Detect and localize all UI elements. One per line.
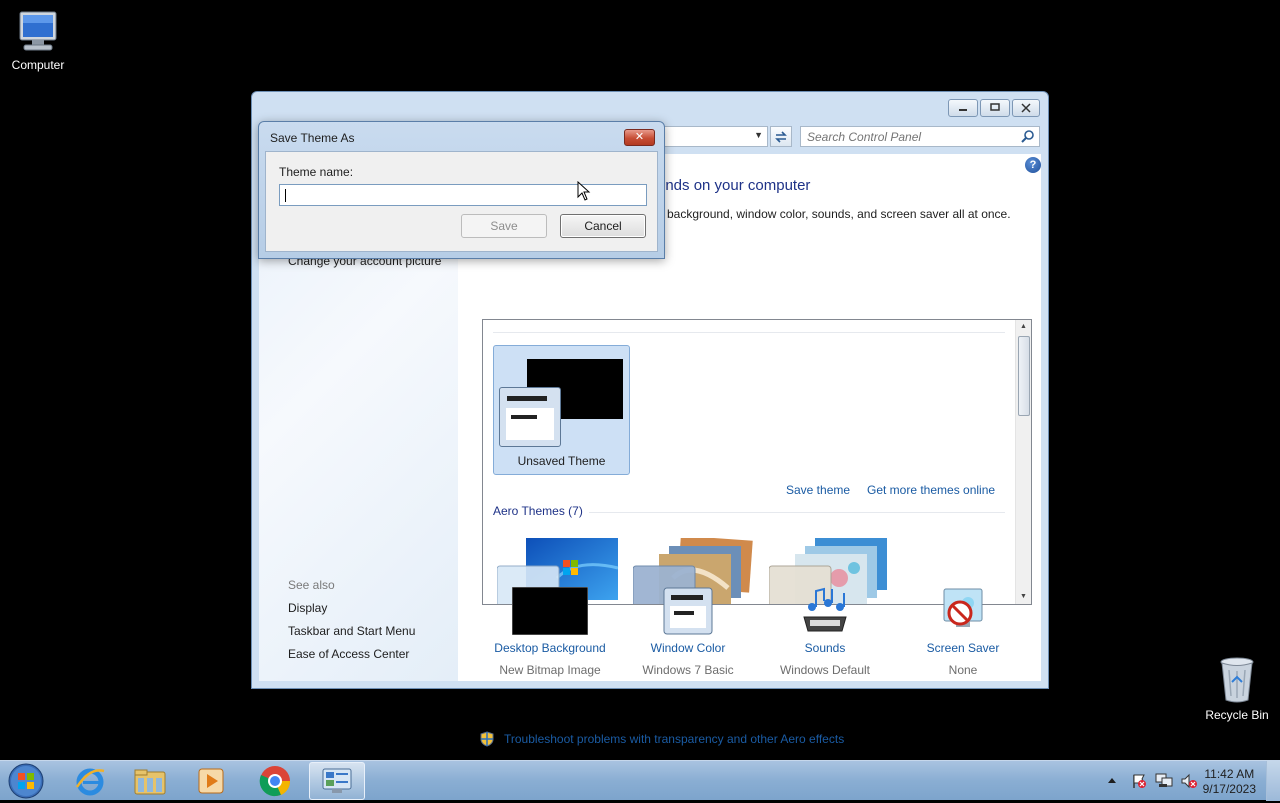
- dialog-title: Save Theme As: [270, 131, 355, 145]
- minimize-icon: [959, 109, 967, 111]
- page-heading: unds on your computer: [657, 177, 811, 194]
- theme-item-unsaved[interactable]: Unsaved Theme: [493, 345, 630, 475]
- desktop-icon-label: Computer: [11, 58, 65, 72]
- taskbar-file-explorer[interactable]: [122, 762, 178, 800]
- media-player-icon: [198, 768, 224, 794]
- windows-start-icon: [8, 763, 44, 799]
- see-also-link-taskbar[interactable]: Taskbar and Start Menu: [288, 624, 415, 638]
- desktop-background-icon: [512, 587, 588, 635]
- see-also-link-ease-of-access[interactable]: Ease of Access Center: [288, 647, 409, 661]
- theme-name-input[interactable]: [280, 185, 646, 205]
- see-also-link-display[interactable]: Display: [288, 601, 327, 615]
- taskbar-media-player[interactable]: [183, 762, 239, 800]
- recycle-bin-icon: [1220, 657, 1254, 703]
- dialog-body: Theme name: Save Cancel: [265, 151, 658, 252]
- setting-name[interactable]: Window Color: [618, 641, 758, 655]
- theme-name-label: Theme name:: [279, 165, 354, 179]
- volume-muted-icon[interactable]: [1180, 773, 1198, 789]
- scroll-up-icon[interactable]: ▲: [1016, 320, 1031, 334]
- file-explorer-icon: [134, 769, 166, 795]
- show-desktop-button[interactable]: [1266, 761, 1280, 801]
- computer-icon: [19, 11, 57, 51]
- start-button[interactable]: [6, 762, 46, 800]
- theme-list-scrollbar[interactable]: ▲ ▼: [1015, 320, 1031, 604]
- desktop-background-setting[interactable]: Desktop Background New Bitmap Image: [480, 587, 620, 677]
- screen-saver-icon: [943, 588, 983, 627]
- control-panel-icon: [322, 768, 352, 793]
- theme-list: Unsaved Theme Save theme Get more themes…: [482, 319, 1032, 605]
- cancel-button[interactable]: Cancel: [560, 214, 646, 238]
- shield-icon: [480, 731, 494, 747]
- action-center-flag-icon[interactable]: [1131, 773, 1147, 789]
- search-input[interactable]: [801, 127, 1001, 146]
- setting-value: New Bitmap Image: [499, 663, 601, 677]
- clock-date: 9/17/2023: [1202, 782, 1256, 796]
- screen-saver-setting[interactable]: Screen Saver None: [893, 587, 1033, 677]
- system-tray: 11:42 AM 9/17/2023: [1095, 761, 1280, 801]
- troubleshoot-link-label[interactable]: Troubleshoot problems with transparency …: [504, 732, 844, 746]
- show-hidden-icons-icon[interactable]: [1107, 776, 1117, 784]
- chrome-icon: [259, 766, 291, 797]
- window-titlebar[interactable]: [252, 92, 1048, 122]
- text-caret: [285, 189, 286, 202]
- taskbar: 11:42 AM 9/17/2023: [0, 760, 1280, 801]
- close-button[interactable]: [1012, 99, 1040, 117]
- save-theme-link[interactable]: Save theme: [786, 483, 850, 497]
- search-icon[interactable]: [1021, 129, 1035, 143]
- close-icon: [1021, 103, 1031, 113]
- desktop-icon-recycle-bin[interactable]: Recycle Bin: [1199, 656, 1275, 722]
- address-bar[interactable]: ▼: [662, 126, 768, 147]
- window-color-icon: [663, 587, 713, 635]
- desktop: Computer Recycle Bin ▼ Search Control Pa…: [0, 0, 1280, 760]
- taskbar-chrome[interactable]: [247, 762, 303, 800]
- internet-explorer-icon: [75, 768, 105, 796]
- get-more-themes-link[interactable]: Get more themes online: [867, 483, 995, 497]
- setting-name[interactable]: Screen Saver: [893, 641, 1033, 655]
- help-icon[interactable]: ?: [1025, 157, 1041, 173]
- window-caption-buttons: [948, 99, 1040, 117]
- restore-icon: [990, 103, 1000, 111]
- setting-name[interactable]: Desktop Background: [480, 641, 620, 655]
- divider: [589, 512, 1005, 513]
- sounds-icon: [803, 587, 847, 632]
- see-also-heading: See also: [288, 578, 335, 592]
- setting-value: Windows Default: [779, 663, 871, 677]
- setting-value: None: [948, 663, 978, 677]
- maximize-button[interactable]: [980, 99, 1010, 117]
- taskbar-control-panel[interactable]: [309, 762, 365, 800]
- desktop-icon-computer[interactable]: Computer: [0, 10, 76, 72]
- desktop-icon-label: Recycle Bin: [1205, 708, 1269, 722]
- divider: [493, 332, 1005, 333]
- dialog-close-button[interactable]: ✕: [624, 129, 655, 146]
- setting-name[interactable]: Sounds: [755, 641, 895, 655]
- taskbar-clock[interactable]: 11:42 AM 9/17/2023: [1203, 767, 1256, 797]
- refresh-icon: [775, 130, 787, 143]
- theme-window-preview-icon: [499, 387, 561, 447]
- theme-name-field-box: [279, 184, 647, 206]
- chevron-down-icon[interactable]: ▼: [754, 130, 763, 140]
- page-subheading: p background, window color, sounds, and …: [657, 207, 1011, 221]
- refresh-button[interactable]: [770, 126, 792, 147]
- sounds-setting[interactable]: Sounds Windows Default: [755, 587, 895, 677]
- search-box: [800, 126, 1040, 147]
- scrollbar-thumb[interactable]: [1018, 336, 1030, 416]
- clock-time: 11:42 AM: [1204, 767, 1255, 781]
- save-button[interactable]: Save: [461, 214, 547, 238]
- network-icon[interactable]: [1155, 773, 1173, 789]
- setting-value: Windows 7 Basic: [642, 663, 734, 677]
- minimize-button[interactable]: [948, 99, 978, 117]
- aero-themes-heading: Aero Themes (7): [493, 504, 583, 518]
- theme-item-label: Unsaved Theme: [517, 454, 606, 468]
- troubleshoot-link[interactable]: Troubleshoot problems with transparency …: [480, 731, 844, 747]
- mouse-cursor-icon: [577, 181, 591, 201]
- taskbar-internet-explorer[interactable]: [62, 762, 118, 800]
- save-theme-dialog: Save Theme As ✕ Theme name: Save Cancel: [258, 121, 665, 259]
- window-color-setting[interactable]: Window Color Windows 7 Basic: [618, 587, 758, 677]
